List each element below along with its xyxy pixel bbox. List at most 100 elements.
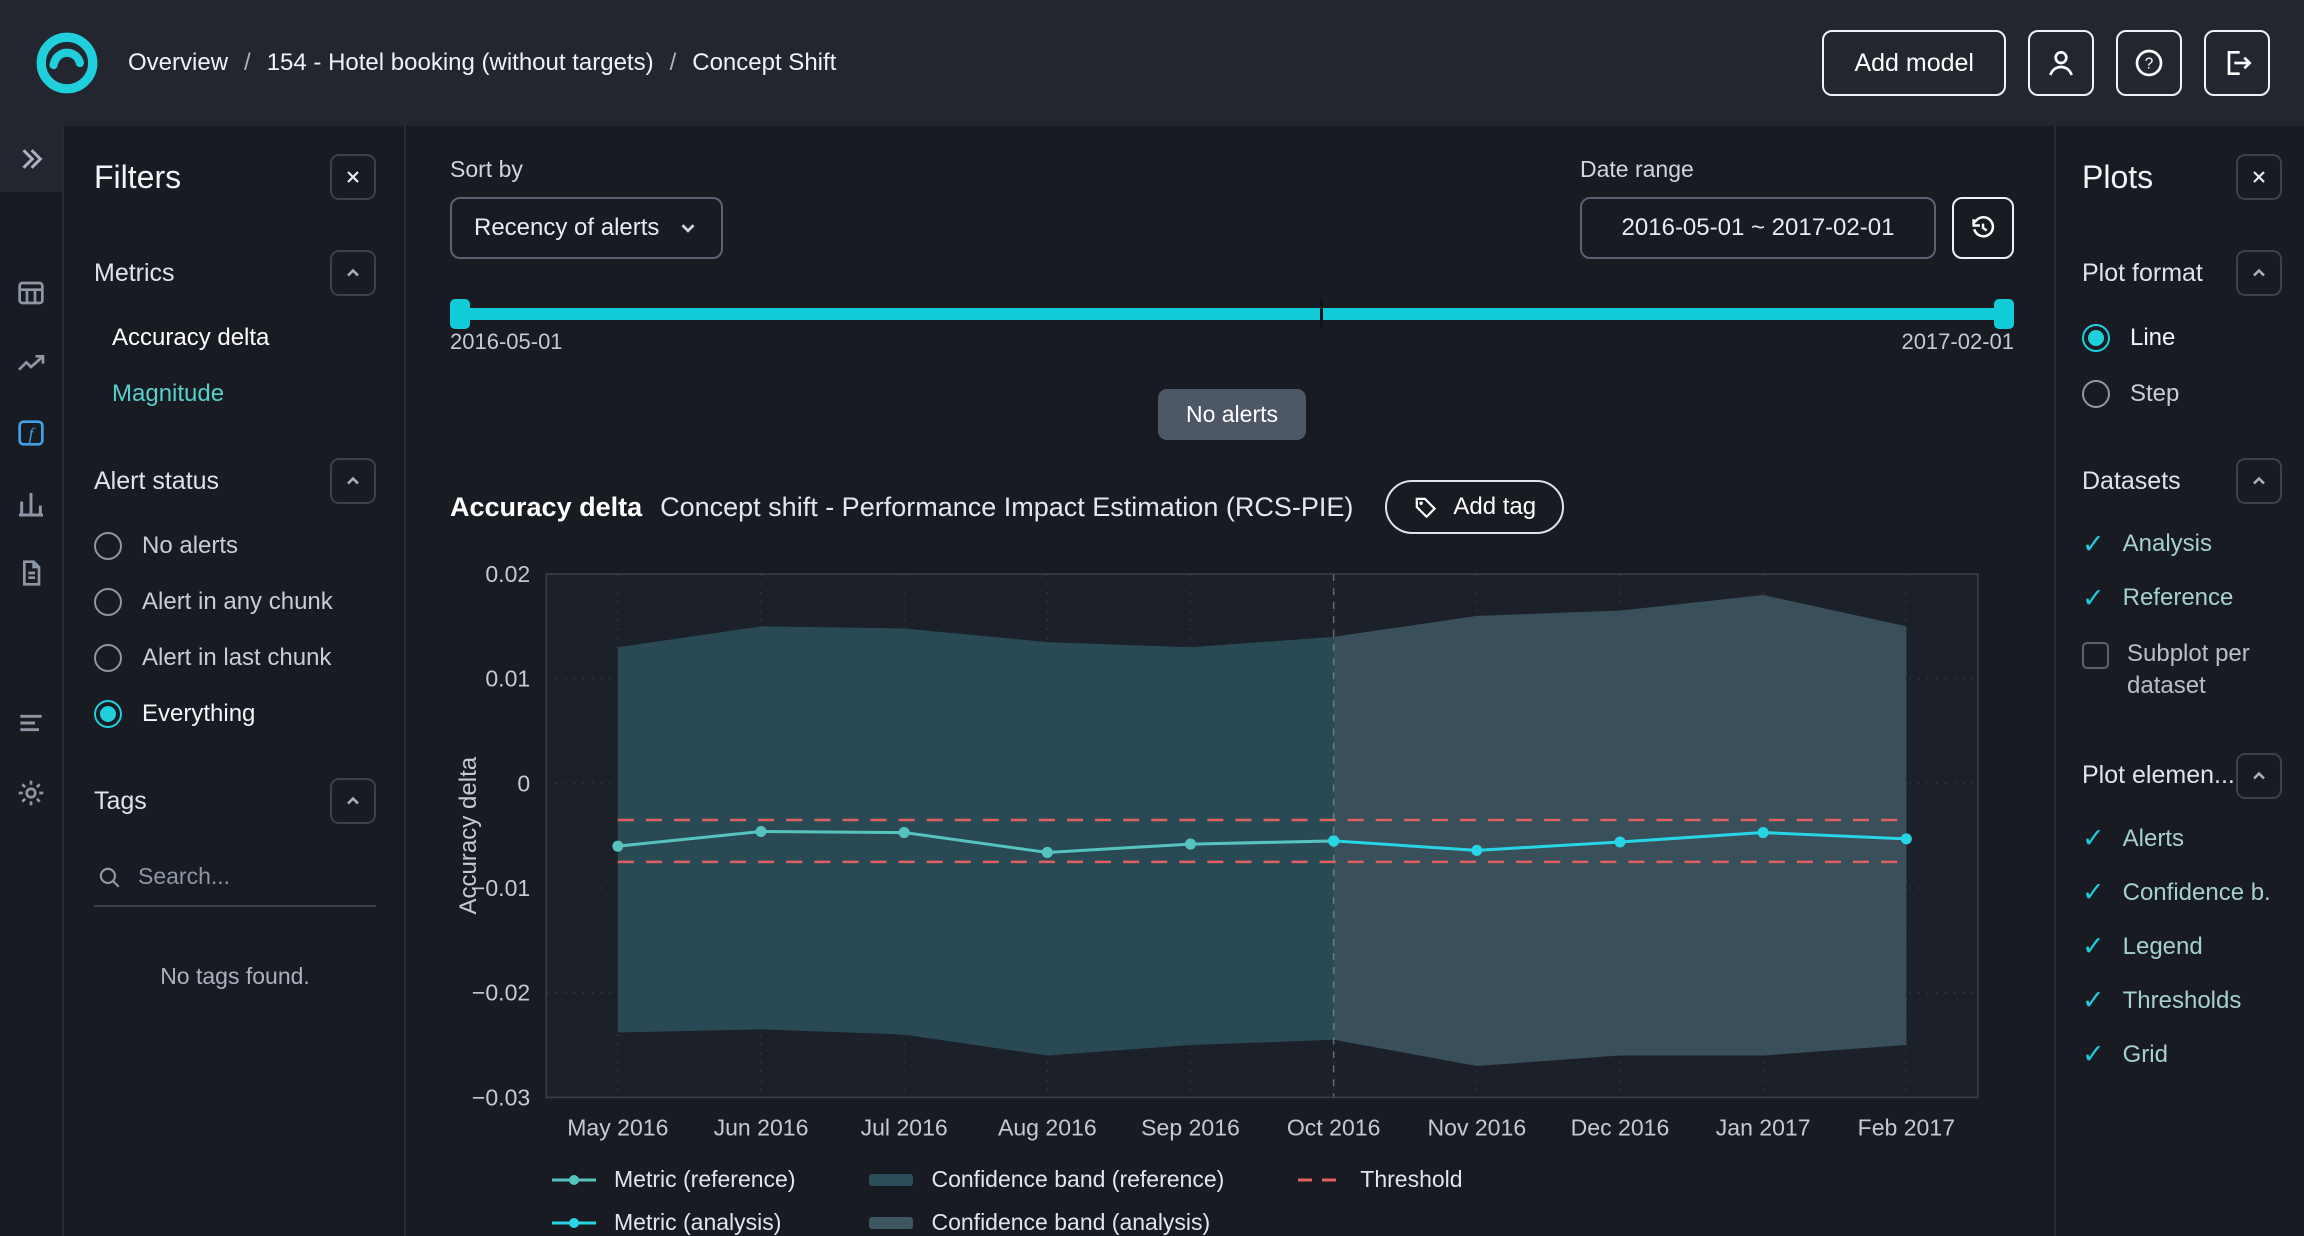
- collapse-plot-format-button[interactable]: [2236, 250, 2282, 296]
- slider-analysis-marker: [1320, 299, 1323, 329]
- legend-label: Threshold: [1360, 1166, 1462, 1193]
- plots-title: Plots: [2082, 159, 2153, 196]
- svg-text:Jul 2016: Jul 2016: [861, 1115, 948, 1141]
- sort-by-label: Sort by: [450, 156, 723, 183]
- slider-start-label: 2016-05-01: [450, 329, 563, 355]
- rail-item-tables[interactable]: [0, 258, 63, 328]
- gear-icon: [15, 777, 47, 809]
- alert-status-option-any-chunk[interactable]: Alert in any chunk: [94, 588, 376, 616]
- rail-item-reports[interactable]: [0, 538, 63, 608]
- add-tag-label: Add tag: [1453, 493, 1536, 521]
- check-icon: [2082, 933, 2105, 960]
- plot-metric-description: Concept shift - Performance Impact Estim…: [660, 492, 1353, 523]
- svg-text:f: f: [29, 424, 36, 443]
- tags-empty-text: No tags found.: [94, 963, 376, 990]
- collapse-metrics-button[interactable]: [330, 250, 376, 296]
- metric-chart[interactable]: 0.020.010−0.01−0.02−0.03May 2016Jun 2016…: [450, 560, 2014, 1162]
- dataset-option-subplot-per-dataset[interactable]: Subplot per dataset: [2082, 638, 2282, 703]
- metric-item-magnitude[interactable]: Magnitude: [112, 380, 376, 408]
- legend-label: Metric (analysis): [614, 1209, 781, 1236]
- close-filters-button[interactable]: [330, 154, 376, 200]
- date-range-slider[interactable]: [450, 299, 2014, 315]
- expand-sidebar-button[interactable]: [0, 126, 63, 192]
- alert-status-option-everything[interactable]: Everything: [94, 700, 376, 728]
- plots-panel: Plots Plot format Line Step: [2054, 126, 2304, 1236]
- main-content: Sort by Recency of alerts Date range 201…: [406, 126, 2054, 1236]
- collapse-alert-status-button[interactable]: [330, 458, 376, 504]
- svg-text:Nov 2016: Nov 2016: [1427, 1115, 1526, 1141]
- plot-element-option-thresholds[interactable]: Thresholds: [2082, 987, 2282, 1015]
- rail-item-concept-shift[interactable]: f: [0, 398, 63, 468]
- tags-section-title: Tags: [94, 787, 147, 816]
- radio-icon: [94, 588, 122, 616]
- svg-text:−0.03: −0.03: [472, 1085, 530, 1111]
- collapse-tags-button[interactable]: [330, 778, 376, 824]
- svg-text:May 2016: May 2016: [567, 1115, 668, 1141]
- chevron-up-icon: [2249, 471, 2269, 491]
- help-button[interactable]: ?: [2116, 30, 2182, 96]
- add-model-button[interactable]: Add model: [1822, 30, 2006, 96]
- breadcrumb-separator: /: [670, 49, 677, 77]
- trend-icon: [15, 347, 47, 379]
- plot-format-option-line[interactable]: Line: [2082, 324, 2282, 352]
- user-button[interactable]: [2028, 30, 2094, 96]
- slider-handle-start[interactable]: [450, 299, 470, 329]
- plot-metric-name: Accuracy delta: [450, 492, 642, 523]
- collapse-datasets-button[interactable]: [2236, 458, 2282, 504]
- plot-element-option-alerts[interactable]: Alerts: [2082, 825, 2282, 853]
- rail-item-settings[interactable]: [0, 758, 63, 828]
- tags-search-input[interactable]: [136, 862, 374, 891]
- metrics-section-title: Metrics: [94, 259, 175, 288]
- plot-element-option-grid[interactable]: Grid: [2082, 1041, 2282, 1069]
- chart-canvas[interactable]: 0.020.010−0.01−0.02−0.03May 2016Jun 2016…: [450, 560, 2014, 1162]
- date-range-input[interactable]: 2016-05-01 ~ 2017-02-01: [1580, 197, 1936, 259]
- svg-text:0: 0: [517, 771, 530, 797]
- plot-format-option-step[interactable]: Step: [2082, 380, 2282, 408]
- collapse-plot-elements-button[interactable]: [2236, 753, 2282, 799]
- legend-item[interactable]: Metric (reference): [550, 1166, 795, 1193]
- slider-handle-end[interactable]: [1994, 299, 2014, 329]
- search-icon: [96, 864, 122, 890]
- legend-item[interactable]: Confidence band (analysis): [867, 1209, 1224, 1236]
- legend-line-swatch: [550, 1215, 598, 1231]
- rail-item-performance[interactable]: [0, 328, 63, 398]
- no-alerts-badge: No alerts: [1158, 389, 1306, 440]
- sort-by-select[interactable]: Recency of alerts: [450, 197, 723, 259]
- rail-item-distributions[interactable]: [0, 468, 63, 538]
- rail-item-logs[interactable]: [0, 688, 63, 758]
- legend-item[interactable]: Metric (analysis): [550, 1209, 795, 1236]
- breadcrumb-overview[interactable]: Overview: [128, 49, 228, 77]
- alert-status-option-last-chunk[interactable]: Alert in last chunk: [94, 644, 376, 672]
- metric-item-accuracy-delta[interactable]: Accuracy delta: [112, 324, 376, 352]
- dataset-option-analysis[interactable]: Analysis: [2082, 530, 2282, 558]
- legend-item[interactable]: Confidence band (reference): [867, 1166, 1224, 1193]
- alert-status-option-no-alerts[interactable]: No alerts: [94, 532, 376, 560]
- reset-date-range-button[interactable]: [1952, 197, 2014, 259]
- svg-text:Oct 2016: Oct 2016: [1287, 1115, 1381, 1141]
- dataset-option-reference[interactable]: Reference: [2082, 584, 2282, 612]
- add-tag-button[interactable]: Add tag: [1385, 480, 1564, 534]
- legend-item[interactable]: Threshold: [1296, 1166, 1462, 1193]
- breadcrumb: Overview / 154 - Hotel booking (without …: [128, 49, 836, 77]
- svg-text:Accuracy delta: Accuracy delta: [455, 757, 482, 915]
- breadcrumb-model[interactable]: 154 - Hotel booking (without targets): [267, 49, 654, 77]
- list-icon: [15, 707, 47, 739]
- plot-elements-section-title: Plot elemen...: [2082, 761, 2235, 790]
- plot-element-option-legend[interactable]: Legend: [2082, 933, 2282, 961]
- svg-text:Jun 2016: Jun 2016: [714, 1115, 809, 1141]
- bar-chart-icon: [15, 487, 47, 519]
- breadcrumb-page: Concept Shift: [692, 49, 836, 77]
- slider-track[interactable]: [450, 308, 2014, 320]
- plot-element-option-confidence-bands[interactable]: Confidence b.: [2082, 879, 2282, 907]
- chevron-up-icon: [343, 263, 363, 283]
- check-icon: [2082, 1041, 2105, 1068]
- check-icon: [2082, 987, 2105, 1014]
- check-icon: [2082, 825, 2105, 852]
- close-plots-button[interactable]: [2236, 154, 2282, 200]
- date-range-label: Date range: [1580, 156, 1694, 183]
- breadcrumb-separator: /: [244, 49, 251, 77]
- logout-button[interactable]: [2204, 30, 2270, 96]
- slider-end-label: 2017-02-01: [1901, 329, 2014, 355]
- svg-text:?: ?: [2145, 56, 2154, 73]
- app-logo[interactable]: [34, 30, 100, 96]
